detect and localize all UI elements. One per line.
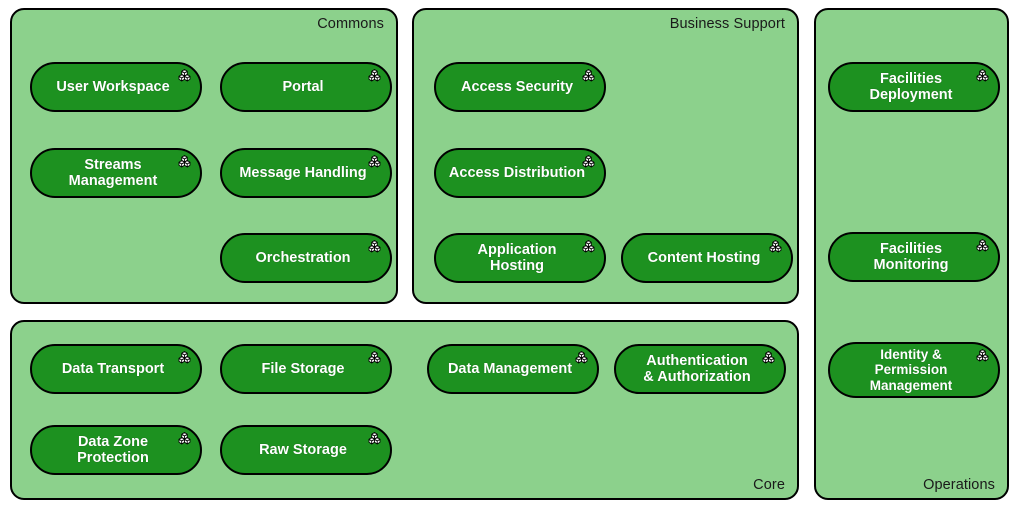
group-label-commons: Commons bbox=[317, 16, 384, 32]
capability-label: Data Management bbox=[447, 360, 573, 377]
capability-user-workspace[interactable]: User Workspace bbox=[30, 62, 202, 112]
capability-label: Data Zone Protection bbox=[77, 433, 149, 466]
capability-access-security[interactable]: Access Security bbox=[434, 62, 606, 112]
capability-portal[interactable]: Portal bbox=[220, 62, 392, 112]
group-label-core: Core bbox=[753, 477, 785, 493]
group-business-support: Business Support Access Security Access Di… bbox=[412, 8, 799, 304]
capability-orchestration[interactable]: Orchestration bbox=[220, 233, 392, 283]
capability-message-handling[interactable]: Message Handling bbox=[220, 148, 392, 198]
component-cubes-icon bbox=[368, 432, 381, 445]
capability-identity-permission-management[interactable]: Identity & Permission Management bbox=[828, 342, 1000, 398]
capability-raw-storage[interactable]: Raw Storage bbox=[220, 425, 392, 475]
capability-label: Orchestration bbox=[255, 249, 351, 266]
group-label-business-support: Business Support bbox=[669, 16, 785, 32]
component-cubes-icon bbox=[368, 69, 381, 82]
capability-label: Content Hosting bbox=[647, 249, 761, 266]
capability-file-storage[interactable]: File Storage bbox=[220, 344, 392, 394]
capability-label: Facilities Deployment bbox=[869, 70, 953, 103]
capability-facilities-deployment[interactable]: Facilities Deployment bbox=[828, 62, 1000, 112]
capability-label: Data Transport bbox=[61, 360, 165, 377]
component-cubes-icon bbox=[976, 69, 989, 82]
capability-label: User Workspace bbox=[56, 78, 170, 95]
capability-content-hosting[interactable]: Content Hosting bbox=[621, 233, 793, 283]
capability-label: Access Distribution bbox=[448, 164, 586, 181]
capability-label: Raw Storage bbox=[259, 441, 347, 458]
capability-data-zone-protection[interactable]: Data Zone Protection bbox=[30, 425, 202, 475]
capability-label: Streams Management bbox=[68, 156, 158, 189]
capability-label: Facilities Monitoring bbox=[873, 240, 949, 273]
capability-label: Application Hosting bbox=[477, 241, 557, 274]
capability-label: Access Security bbox=[460, 78, 574, 95]
capability-label: Identity & Permission Management bbox=[869, 347, 953, 393]
diagram-canvas: Commons User Workspace Portal Streams Manag… bbox=[0, 0, 1017, 510]
capability-label: Message Handling bbox=[239, 164, 367, 181]
group-operations: Operations Facilities Deployment Facilitie… bbox=[814, 8, 1009, 500]
group-label-operations: Operations bbox=[923, 477, 995, 493]
component-cubes-icon bbox=[178, 155, 191, 168]
group-commons: Commons User Workspace Portal Streams Manag… bbox=[10, 8, 398, 304]
capability-label: Authentication & Authorization bbox=[643, 352, 751, 385]
component-cubes-icon bbox=[976, 349, 989, 362]
capability-label: File Storage bbox=[261, 360, 345, 377]
component-cubes-icon bbox=[178, 432, 191, 445]
capability-facilities-monitoring[interactable]: Facilities Monitoring bbox=[828, 232, 1000, 282]
component-cubes-icon bbox=[582, 240, 595, 253]
capability-data-management[interactable]: Data Management bbox=[427, 344, 599, 394]
group-core: Core Data Transport File Storage Data Manag… bbox=[10, 320, 799, 500]
capability-authentication-authorization[interactable]: Authentication & Authorization bbox=[614, 344, 786, 394]
component-cubes-icon bbox=[368, 240, 381, 253]
capability-access-distribution[interactable]: Access Distribution bbox=[434, 148, 606, 198]
component-cubes-icon bbox=[368, 351, 381, 364]
capability-data-transport[interactable]: Data Transport bbox=[30, 344, 202, 394]
capability-streams-management[interactable]: Streams Management bbox=[30, 148, 202, 198]
capability-application-hosting[interactable]: Application Hosting bbox=[434, 233, 606, 283]
capability-label: Portal bbox=[282, 78, 324, 95]
component-cubes-icon bbox=[976, 239, 989, 252]
